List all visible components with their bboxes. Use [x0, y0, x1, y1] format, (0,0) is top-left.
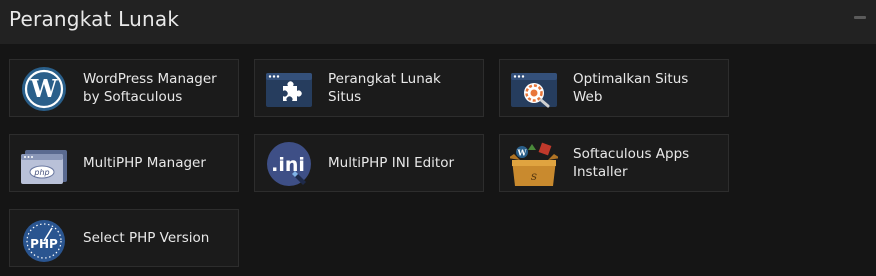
php-window-icon: php [20, 140, 68, 188]
tile-label: WordPress Manager by Softaculous [83, 71, 217, 105]
php-gauge-icon: PHP [20, 215, 68, 263]
tile-site-software[interactable]: Perangkat Lunak Situs [254, 59, 484, 117]
tile-label: Select PHP Version [83, 230, 210, 246]
tile-optimize-website[interactable]: Optimalkan Situs Web [499, 59, 729, 117]
panel-header: Perangkat Lunak [0, 0, 876, 44]
puzzle-piece-icon [265, 65, 313, 113]
tile-label: Perangkat Lunak Situs [328, 71, 441, 105]
svg-text:W: W [30, 74, 59, 103]
softaculous-box-icon: W s [510, 140, 558, 188]
collapse-icon[interactable] [854, 16, 866, 19]
svg-text:s: s [531, 169, 537, 183]
svg-text:PHP: PHP [30, 237, 58, 251]
website-optimization-icon [510, 65, 558, 113]
tile-label: Softaculous Apps Installer [573, 146, 690, 180]
ini-editor-icon: .ini [265, 140, 313, 188]
svg-text:php: php [33, 168, 49, 177]
tile-label: MultiPHP INI Editor [328, 155, 455, 171]
tile-label: MultiPHP Manager [83, 155, 206, 171]
tile-wordpress-manager[interactable]: W WordPress Manager by Softaculous [9, 59, 239, 117]
tile-label: Optimalkan Situs Web [573, 71, 689, 105]
tile-multiphp-manager[interactable]: php MultiPHP Manager [9, 134, 239, 192]
svg-text:W: W [517, 148, 528, 158]
panel-title: Perangkat Lunak [9, 7, 180, 31]
tile-select-php-version[interactable]: PHP Select PHP Version [9, 209, 239, 267]
tile-multiphp-ini-editor[interactable]: .ini MultiPHP INI Editor [254, 134, 484, 192]
svg-text:.ini: .ini [271, 154, 305, 176]
tile-softaculous-apps-installer[interactable]: W s Softaculous Apps Installer [499, 134, 729, 192]
wordpress-icon: W [20, 65, 68, 113]
